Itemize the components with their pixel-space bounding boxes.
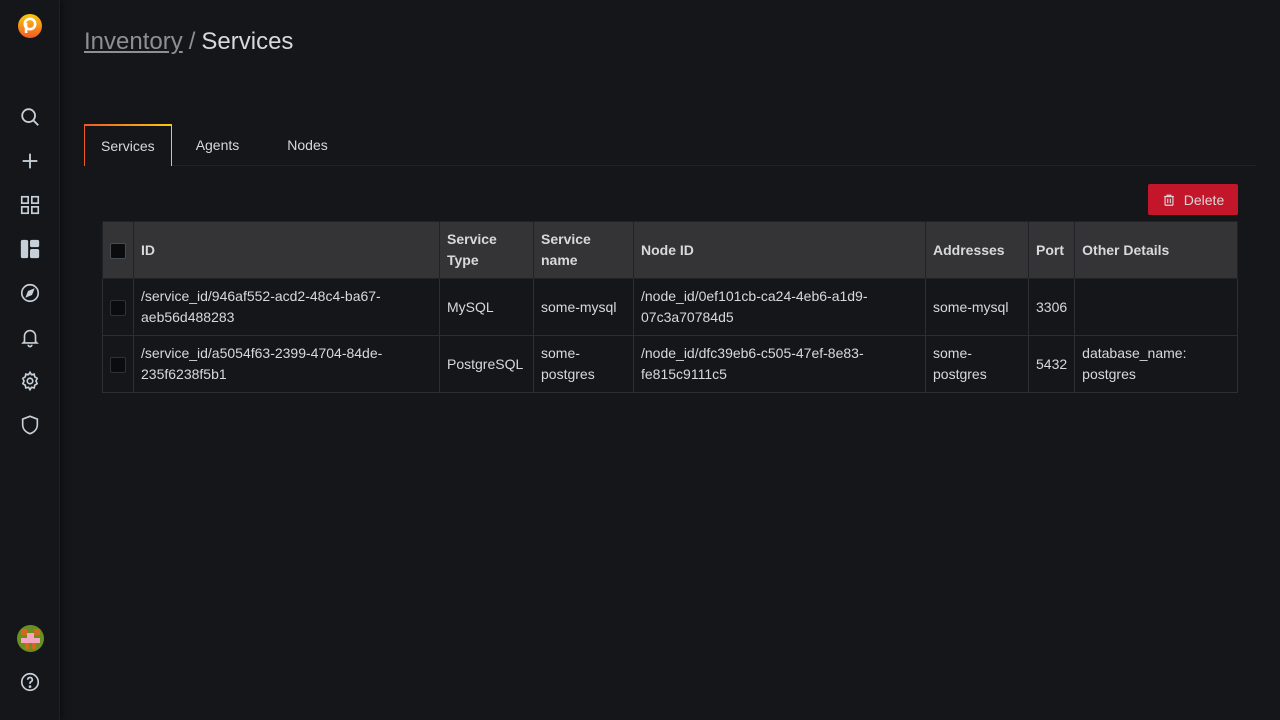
cell-other-details: database_name: postgres [1074, 335, 1238, 393]
cell-id: /service_id/946af552-acd2-48c4-ba67-aeb5… [133, 278, 440, 336]
main-content: Inventory / Services Services Agents Nodes… [60, 0, 1280, 720]
cell-service-name: some-postgres [533, 335, 634, 393]
header-port: Port [1027, 221, 1076, 279]
help-icon[interactable] [0, 660, 60, 704]
row-checkbox[interactable] [110, 299, 126, 316]
pmm-dashboard-icon[interactable] [0, 227, 60, 271]
select-all-cell [102, 221, 134, 279]
cell-other-details [1074, 278, 1238, 336]
bell-icon[interactable] [0, 315, 60, 359]
cell-id: /service_id/a5054f63-2399-4704-84de-235f… [133, 335, 440, 393]
breadcrumb-separator: / [188, 28, 196, 55]
cell-service-type: PostgreSQL [439, 335, 534, 393]
cell-node-id: /node_id/dfc39eb6-c505-47ef-8e83-fe815c9… [633, 335, 926, 393]
cell-addresses: some-mysql [925, 278, 1029, 336]
services-table: ID Service Type Service name Node ID Add… [102, 221, 1238, 393]
delete-button[interactable]: Delete [1148, 184, 1238, 215]
plus-icon[interactable] [0, 139, 60, 183]
table-row: /service_id/946af552-acd2-48c4-ba67-aeb5… [102, 278, 1238, 336]
table-row: /service_id/a5054f63-2399-4704-84de-235f… [102, 335, 1238, 393]
delete-button-label: Delete [1183, 191, 1225, 208]
cell-port: 5432 [1027, 335, 1076, 393]
shield-icon[interactable] [0, 403, 60, 447]
header-addresses: Addresses [925, 221, 1029, 279]
header-service-type: Service Type [439, 221, 534, 279]
cell-addresses: some-postgres [925, 335, 1029, 393]
pmm-logo-icon[interactable] [0, 4, 60, 48]
cell-port: 3306 [1027, 278, 1076, 336]
breadcrumb-inventory-link[interactable]: Inventory [84, 28, 183, 55]
row-select-cell [102, 335, 134, 393]
tab-bar: Services Agents Nodes [84, 124, 1256, 166]
search-icon[interactable] [0, 95, 60, 139]
row-select-cell [102, 278, 134, 336]
cell-service-name: some-mysql [533, 278, 634, 336]
cell-node-id: /node_id/0ef101cb-ca24-4eb6-a1d9-07c3a70… [633, 278, 926, 336]
dashboards-grid-icon[interactable] [0, 183, 60, 227]
compass-icon[interactable] [0, 271, 60, 315]
user-avatar[interactable] [17, 625, 44, 652]
cell-service-type: MySQL [439, 278, 534, 336]
header-other-details: Other Details [1074, 221, 1238, 279]
breadcrumb: Inventory / Services [84, 26, 293, 58]
logo-icon [18, 14, 42, 38]
gear-icon[interactable] [0, 359, 60, 403]
tab-services[interactable]: Services [84, 124, 172, 166]
sidebar [0, 0, 60, 720]
header-service-name: Service name [533, 221, 634, 279]
tab-agents[interactable]: Agents [172, 124, 264, 166]
select-all-checkbox[interactable] [110, 242, 126, 259]
header-node-id: Node ID [633, 221, 926, 279]
page-title: Services [201, 28, 294, 55]
tab-nodes[interactable]: Nodes [263, 124, 351, 166]
table-header-row: ID Service Type Service name Node ID Add… [102, 221, 1238, 279]
trash-icon [1163, 194, 1174, 206]
row-checkbox[interactable] [110, 356, 126, 373]
header-id: ID [133, 221, 440, 279]
